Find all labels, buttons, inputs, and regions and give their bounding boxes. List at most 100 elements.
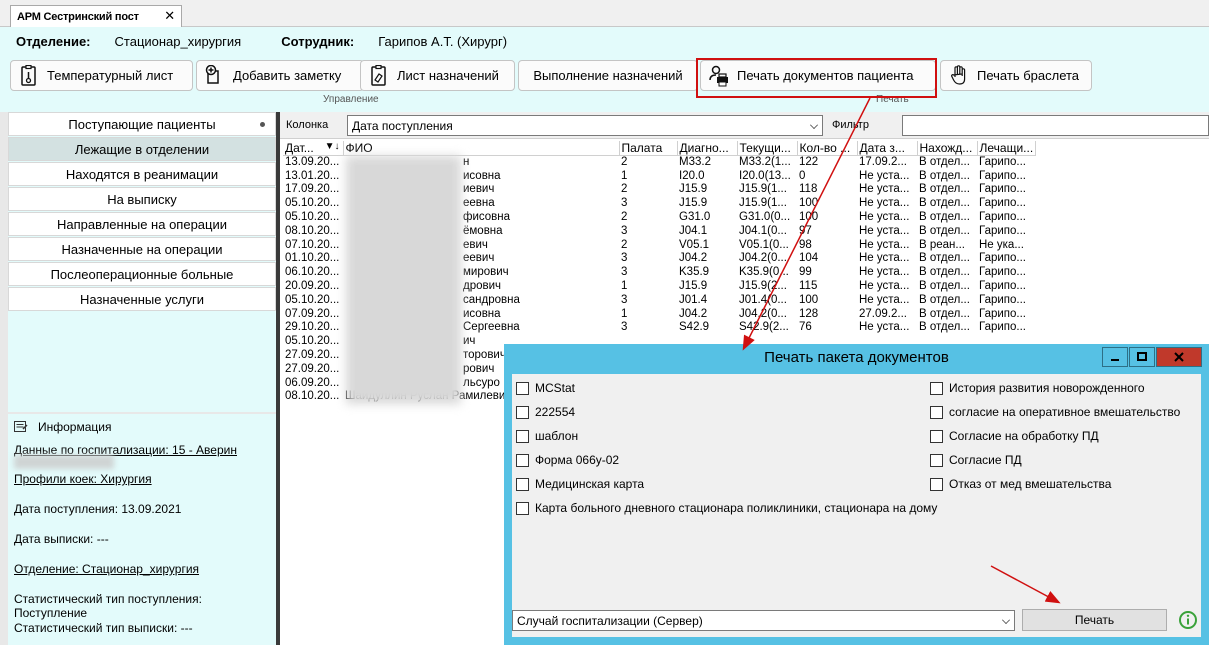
prescription-sheet-button[interactable]: Лист назначений <box>360 60 515 91</box>
document-checkbox[interactable]: Карта больного дневного стационара полик… <box>516 501 937 515</box>
checkbox-box[interactable] <box>930 405 943 419</box>
document-checkbox[interactable]: Отказ от мед вмешательства <box>930 477 1111 491</box>
table-cell: 118 <box>799 183 818 196</box>
table-cell: M33.2 <box>679 156 711 169</box>
redacted-names <box>346 156 461 404</box>
department-link[interactable]: Отделение: Стационар_хирургия <box>14 562 199 576</box>
nav-in-department[interactable]: Лежащие в отделении <box>8 137 276 161</box>
print-bracelet-label: Печать браслета <box>977 68 1080 83</box>
bed-profile-link[interactable]: Профили коек: Хирургия <box>14 472 152 486</box>
tab-title: АРМ Сестринский пост <box>17 10 139 23</box>
case-select[interactable]: Случай госпитализации (Сервер) <box>512 610 1015 631</box>
temperature-sheet-button[interactable]: Температурный лист <box>10 60 193 91</box>
maximize-icon[interactable] <box>1129 347 1155 367</box>
nav-postoperative[interactable]: Послеоперационные больные <box>8 262 276 286</box>
column-header[interactable]: Дата з... <box>857 141 918 156</box>
checkbox-box[interactable] <box>516 453 529 467</box>
document-checkbox[interactable]: шаблон <box>516 429 578 443</box>
column-label: Колонка <box>286 119 329 131</box>
column-header[interactable]: Палата <box>619 141 678 156</box>
column-header[interactable]: Текущи... <box>737 141 798 156</box>
checkbox-box[interactable] <box>516 501 529 515</box>
checkbox-box[interactable] <box>930 453 943 467</box>
nav-label: Направленные на операции <box>56 216 228 232</box>
checkbox-box[interactable] <box>516 429 529 443</box>
minimize-icon[interactable] <box>1102 347 1128 367</box>
nav-scheduled-surgery[interactable]: Назначенные на операции <box>8 237 276 261</box>
table-cell: 100 <box>799 293 819 306</box>
document-checkbox[interactable]: Медицинская карта <box>516 477 644 491</box>
document-checkbox[interactable]: История развития новорожденного <box>930 381 1145 395</box>
sort-filter-icon[interactable]: ▼↓ <box>325 141 340 152</box>
document-checkbox[interactable]: согласие на оперативное вмешательство <box>930 405 1180 419</box>
print-button[interactable]: Печать <box>1022 609 1167 631</box>
column-header-label: Дата з... <box>859 141 905 155</box>
table-cell: 2 <box>621 211 628 224</box>
document-checkbox[interactable]: Форма 066у-02 <box>516 453 619 467</box>
table-cell: M33.2(1... <box>739 156 791 169</box>
column-header[interactable]: ФИО <box>343 141 620 156</box>
checkbox-box[interactable] <box>516 405 529 419</box>
column-select[interactable]: Дата поступления <box>347 115 823 136</box>
column-header[interactable]: Дат... ▼↓ <box>283 141 344 156</box>
column-header[interactable]: Кол-во ... <box>797 141 858 156</box>
document-checkbox[interactable]: 222554 <box>516 405 575 419</box>
nav-assigned-services[interactable]: Назначенные услуги <box>8 287 276 311</box>
table-cell: Не уста... <box>859 266 910 279</box>
add-note-button[interactable]: Добавить заметку <box>196 60 364 91</box>
nav-incoming-patients[interactable]: Поступающие пациенты <box>8 112 276 136</box>
table-cell: В отдел... <box>919 211 970 224</box>
info-icon[interactable] <box>1178 610 1198 630</box>
table-cell: В отдел... <box>919 266 970 279</box>
table-cell: J04.2(0... <box>739 307 787 320</box>
table-cell: 100 <box>799 197 819 210</box>
table-cell: 20.09.20... <box>285 280 340 293</box>
redacted-name <box>14 455 114 469</box>
tab-close-icon[interactable]: ✕ <box>164 8 175 24</box>
table-cell: 99 <box>799 266 812 279</box>
document-checkbox[interactable]: Согласие на обработку ПД <box>930 429 1099 443</box>
table-cell: В отдел... <box>919 183 970 196</box>
nav-label: Лежащие в отделении <box>74 141 210 157</box>
checkbox-box[interactable] <box>516 381 529 395</box>
table-cell: 05.10.20... <box>285 293 340 306</box>
column-header[interactable]: Нахожд... <box>917 141 978 156</box>
table-cell: 2 <box>621 183 628 196</box>
nav-in-icu[interactable]: Находятся в реанимации <box>8 162 276 186</box>
prescription-execution-button[interactable]: Выполнение назначений <box>518 60 698 91</box>
chevron-down-icon <box>1002 616 1010 624</box>
table-cell: 3 <box>621 266 628 279</box>
column-header[interactable]: Лечащи... <box>977 141 1036 156</box>
close-icon[interactable] <box>1156 347 1202 367</box>
nav-referred-surgery[interactable]: Направленные на операции <box>8 212 276 236</box>
nav-discharge[interactable]: На выписку <box>8 187 276 211</box>
patient-category-list: Поступающие пациенты Лежащие в отделении… <box>8 112 276 412</box>
checkbox-box[interactable] <box>930 381 943 395</box>
table-cell: J04.1 <box>679 224 708 237</box>
column-header-label: Нахожд... <box>919 141 973 155</box>
tab-nurse-post[interactable]: АРМ Сестринский пост ✕ <box>10 5 182 27</box>
table-cell: J04.1(0... <box>739 224 787 237</box>
table-cell: J01.4(0... <box>739 293 787 306</box>
checkbox-box[interactable] <box>516 477 529 491</box>
table-cell: 1 <box>621 280 628 293</box>
table-cell: K35.9 <box>679 266 710 279</box>
nav-label: Назначенные на операции <box>61 241 223 257</box>
document-checkbox[interactable]: Согласие ПД <box>930 453 1022 467</box>
checkbox-label: Согласие на обработку ПД <box>949 429 1099 443</box>
print-package-dialog: Печать пакета документов Случай госпитал… <box>504 344 1209 645</box>
checkbox-box[interactable] <box>930 477 943 491</box>
add-note-label: Добавить заметку <box>233 68 342 83</box>
table-cell: Гарипо... <box>979 280 1027 293</box>
table-cell: В отдел... <box>919 307 970 320</box>
filter-input[interactable] <box>902 115 1209 136</box>
checkbox-box[interactable] <box>930 429 943 443</box>
column-header[interactable]: Диагно... <box>677 141 738 156</box>
table-cell: I20.0 <box>679 169 705 182</box>
print-bracelet-button[interactable]: Печать браслета <box>940 60 1092 91</box>
department-value: Стационар_хирургия <box>114 34 242 49</box>
table-cell: 27.09.20... <box>285 349 340 362</box>
thermometer-sheet-icon <box>19 64 39 87</box>
table-cell: J01.4 <box>679 293 708 306</box>
document-checkbox[interactable]: MCStat <box>516 381 575 395</box>
